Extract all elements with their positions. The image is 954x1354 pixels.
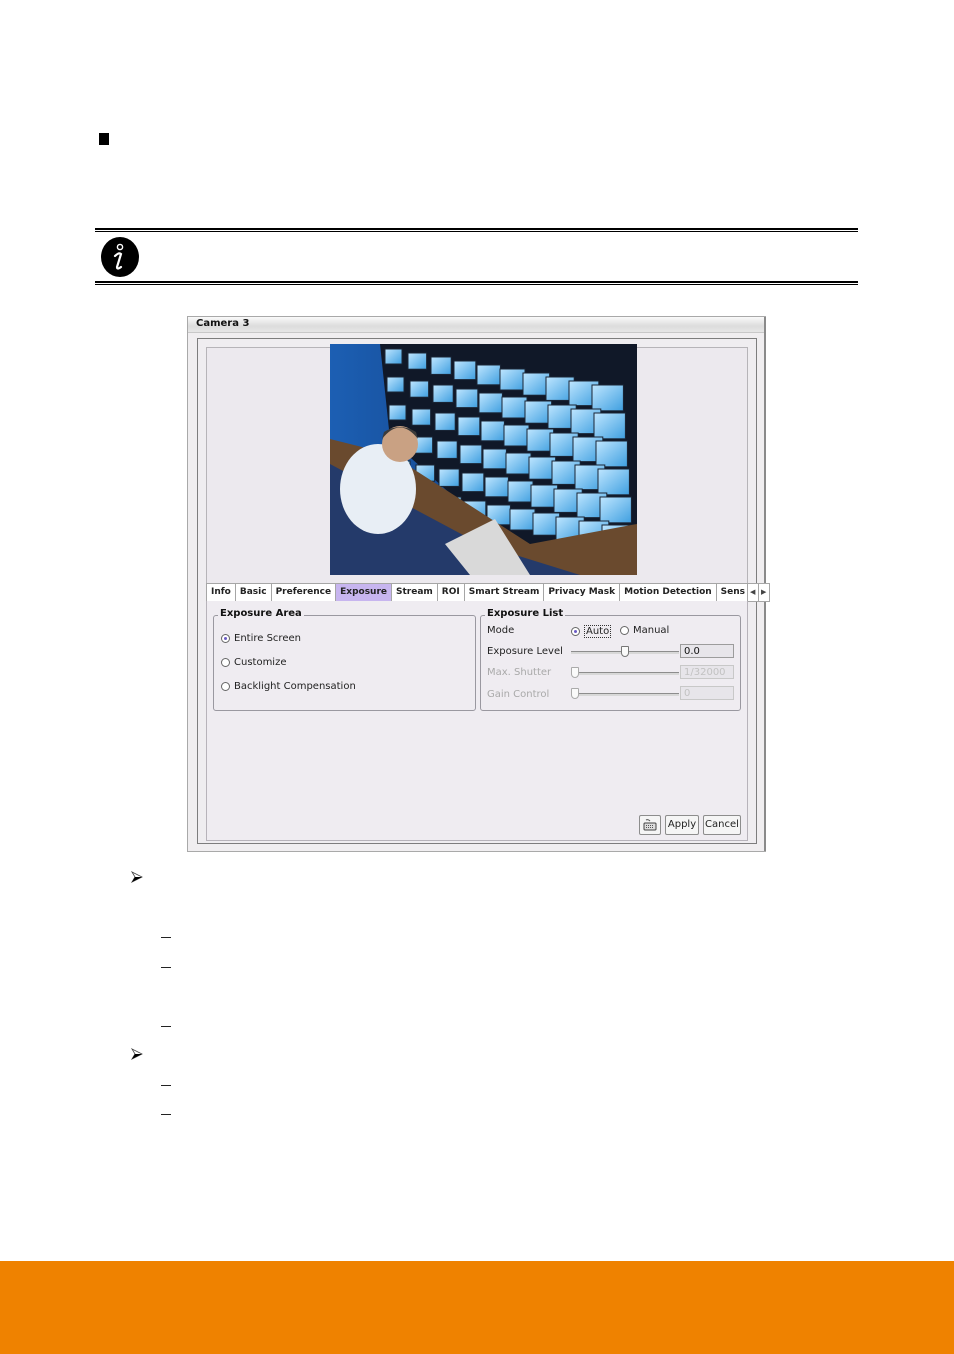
- monitor-screen: [384, 348, 403, 365]
- tab-bar: Info Basic Preference Exposure Stream RO…: [206, 583, 770, 602]
- monitor-screen: [593, 412, 626, 440]
- tab-sensor[interactable]: Sens: [716, 583, 748, 602]
- monitor-screen: [461, 472, 485, 493]
- monitor-screen: [453, 360, 477, 381]
- note-top-rule: [95, 228, 858, 232]
- radio-label: Auto: [584, 625, 612, 638]
- slider-thumb[interactable]: [621, 646, 629, 657]
- monitor-screen: [409, 380, 430, 398]
- exposure-area-title: Exposure Area: [218, 608, 304, 619]
- cancel-button[interactable]: Cancel: [703, 815, 741, 835]
- gain-control-slider[interactable]: [571, 688, 679, 699]
- keyboard-button[interactable]: [639, 815, 661, 835]
- info-icon: [101, 237, 139, 277]
- dash-bullet: [161, 1114, 171, 1115]
- tab-stream[interactable]: Stream: [392, 583, 438, 602]
- exposure-level-field[interactable]: 0.0: [680, 644, 734, 658]
- slider-track: [571, 693, 679, 696]
- tab-preference[interactable]: Preference: [271, 583, 337, 602]
- monitor-screen: [501, 396, 528, 419]
- monitor-screen: [434, 412, 456, 431]
- note-bottom-rule: [95, 281, 858, 285]
- monitor-screen: [438, 468, 460, 487]
- radio-unchecked-icon[interactable]: [620, 626, 629, 635]
- monitor-screen: [503, 424, 530, 447]
- max-shutter-slider[interactable]: [571, 667, 679, 678]
- monitor-screen: [484, 476, 509, 498]
- arrow-bullet-icon: [131, 871, 143, 883]
- tab-smart-stream[interactable]: Smart Stream: [464, 583, 545, 602]
- radio-checked-icon[interactable]: [221, 634, 230, 643]
- max-shutter-label: Max. Shutter: [487, 667, 552, 678]
- monitor-screen: [476, 364, 501, 386]
- radio-unchecked-icon[interactable]: [221, 658, 230, 667]
- monitor-screen: [591, 384, 624, 412]
- max-shutter-field[interactable]: 1/32000: [680, 665, 734, 679]
- gain-control-field[interactable]: 0: [680, 686, 734, 700]
- monitor-screen: [505, 452, 532, 475]
- tab-basic[interactable]: Basic: [235, 583, 272, 602]
- apply-button[interactable]: Apply: [665, 815, 699, 835]
- tab-exposure[interactable]: Exposure: [336, 583, 393, 602]
- page-footer-band: [0, 1261, 954, 1354]
- radio-label: Backlight Compensation: [234, 681, 356, 692]
- dash-bullet: [161, 967, 171, 968]
- monitor-screen: [388, 404, 407, 421]
- camera-preview-image: [330, 344, 637, 575]
- exposure-list-group: Exposure List Mode Auto Manual Exposure …: [480, 608, 741, 711]
- radio-checked-icon[interactable]: [571, 627, 580, 636]
- monitor-screen: [595, 440, 628, 468]
- mode-label: Mode: [487, 625, 515, 636]
- monitor-screen: [407, 352, 428, 370]
- monitor-screen: [597, 468, 630, 496]
- monitor-screen: [432, 384, 454, 403]
- radio-unchecked-icon[interactable]: [221, 682, 230, 691]
- square-bullet-icon: [99, 133, 109, 145]
- radio-label: Manual: [633, 625, 670, 636]
- monitor-screen: [499, 368, 526, 391]
- slider-thumb[interactable]: [571, 667, 579, 678]
- arrow-bullet-icon: [131, 1048, 143, 1060]
- monitor-screen: [457, 416, 481, 437]
- monitor-screen: [386, 376, 405, 393]
- exposure-list-title: Exposure List: [485, 608, 566, 619]
- tab-info[interactable]: Info: [206, 583, 236, 602]
- tab-roi[interactable]: ROI: [437, 583, 465, 602]
- dash-bullet: [161, 937, 171, 938]
- monitor-screen: [411, 408, 432, 426]
- gain-control-label: Gain Control: [487, 689, 550, 700]
- exposure-area-group: Exposure Area Entire Screen Customize Ba…: [213, 608, 476, 711]
- window-title: Camera 3: [196, 318, 250, 329]
- monitor-screen: [599, 496, 632, 524]
- tab-motion-detection[interactable]: Motion Detection: [620, 583, 717, 602]
- monitor-screen: [480, 420, 505, 442]
- radio-customize[interactable]: Customize: [221, 657, 287, 668]
- radio-entire-screen[interactable]: Entire Screen: [221, 633, 301, 644]
- exposure-level-slider[interactable]: [571, 646, 679, 657]
- window-titlebar[interactable]: Camera 3: [188, 317, 765, 333]
- monitor-screen: [459, 444, 483, 465]
- tab-scroll-right-icon[interactable]: ▶: [758, 583, 770, 602]
- monitor-screen: [507, 480, 534, 503]
- tab-scroll-left-icon[interactable]: ◀: [747, 583, 759, 602]
- dash-bullet: [161, 1085, 171, 1086]
- radio-label: Entire Screen: [234, 633, 301, 644]
- monitor-screen: [430, 356, 452, 375]
- slider-thumb[interactable]: [571, 688, 579, 699]
- radio-backlight-compensation[interactable]: Backlight Compensation: [221, 681, 356, 692]
- radio-mode-auto[interactable]: Auto: [571, 625, 612, 638]
- monitor-screen: [436, 440, 458, 459]
- dash-bullet: [161, 1026, 171, 1027]
- monitor-screen: [482, 448, 507, 470]
- tab-privacy-mask[interactable]: Privacy Mask: [544, 583, 621, 602]
- slider-track: [571, 672, 679, 675]
- monitor-screen: [509, 508, 536, 531]
- keyboard-icon: [643, 819, 657, 831]
- radio-label: Customize: [234, 657, 287, 668]
- monitor-screen: [455, 388, 479, 409]
- monitor-screen: [478, 392, 503, 414]
- exposure-level-label: Exposure Level: [487, 646, 563, 657]
- radio-mode-manual[interactable]: Manual: [620, 625, 669, 636]
